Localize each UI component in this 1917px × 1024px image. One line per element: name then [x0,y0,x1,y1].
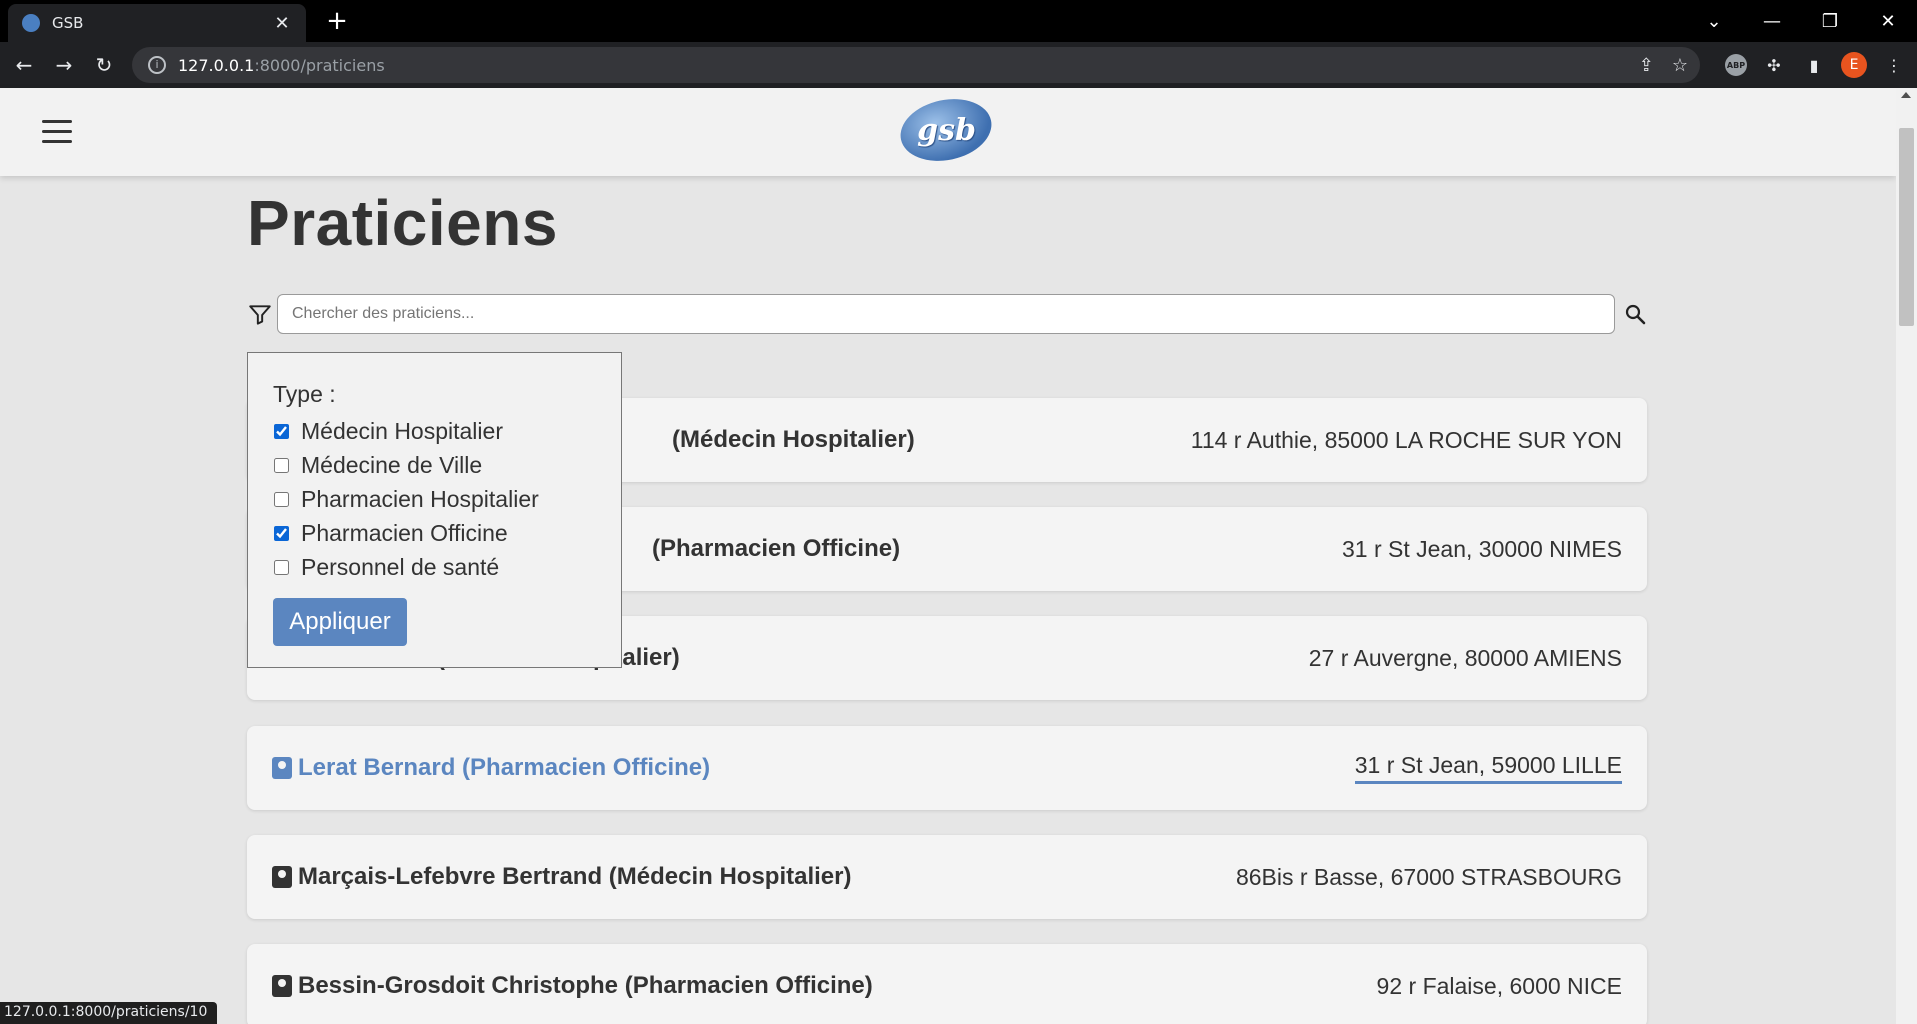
scrollbar-thumb[interactable] [1899,128,1914,326]
filter-checkbox[interactable] [274,559,289,575]
filter-checkbox[interactable] [274,457,289,473]
filter-option-label: Pharmacien Officine [301,519,508,546]
hamburger-menu-icon[interactable] [42,120,72,144]
filter-option-pharmacien-officine[interactable]: Pharmacien Officine [273,516,621,550]
filter-option-label: Médecin Hospitalier [301,417,503,444]
praticien-address[interactable]: 31 r St Jean, 30000 NIMES [1342,536,1622,563]
restore-button[interactable]: ❐ [1801,0,1859,42]
filter-option-label: Pharmacien Hospitalier [301,485,539,512]
filter-option-label: Personnel de santé [301,553,500,580]
gsb-logo[interactable]: gsb [894,91,998,169]
filter-checkbox[interactable] [274,491,289,507]
url-path: :8000/praticiens [254,55,385,75]
filter-option-medecin-hospitalier[interactable]: Médecin Hospitalier [273,414,621,448]
forward-button[interactable]: → [44,45,84,85]
praticien-address[interactable]: 92 r Falaise, 6000 NICE [1377,973,1622,1000]
praticien-name[interactable]: Lerat Bernard (Pharmacien Officine) [272,754,710,782]
filter-option-personnel-de-sante[interactable]: Personnel de santé [273,550,621,584]
new-tab-button[interactable]: + [322,6,352,36]
praticien-address[interactable]: 31 r St Jean, 59000 LILLE [1354,752,1622,784]
reload-button[interactable]: ↻ [84,45,124,85]
search-input[interactable] [277,294,1615,334]
extension-icons: ABP ✣ ▮ E ⋮ [1725,42,1907,88]
contact-book-icon [272,975,292,997]
page-scrollbar[interactable] [1896,88,1917,1024]
address-bar[interactable]: i 127.0.0.1:8000/praticiens ⇪ ☆ [132,47,1700,83]
filter-option-label: Médecine de Ville [301,451,483,478]
praticien-address[interactable]: 27 r Auvergne, 80000 AMIENS [1309,645,1622,672]
praticien-address[interactable]: 114 r Authie, 85000 LA ROCHE SUR YON [1191,427,1622,454]
filter-type-label: Type : [273,381,336,407]
logo-text: gsb [916,112,976,148]
share-icon[interactable]: ⇪ [1639,55,1654,76]
side-panel-icon[interactable]: ▮ [1801,52,1827,78]
search-icon[interactable] [1623,302,1647,326]
scroll-up-arrow-icon[interactable] [1901,92,1911,98]
praticien-card[interactable]: Bessin-Grosdoit Christophe (Pharmacien O… [247,944,1647,1024]
status-bar-url: 127.0.0.1:8000/praticiens/10 [0,1002,218,1024]
praticien-name-text: Bessin-Grosdoit Christophe (Pharmacien O… [298,972,873,999]
filter-checkbox[interactable] [274,423,289,439]
praticien-name[interactable]: Bessin-Grosdoit Christophe (Pharmacien O… [272,972,873,1000]
filter-option-pharmacien-hospitalier[interactable]: Pharmacien Hospitalier [273,482,621,516]
praticien-card[interactable]: Marçais-Lefebvre Bertrand (Médecin Hospi… [247,835,1647,919]
contact-book-icon [272,757,292,779]
site-info-icon[interactable]: i [148,56,166,74]
close-tab-icon[interactable]: ✕ [272,13,292,34]
praticien-name-text: (Pharmacien Officine) [652,535,901,562]
url-host: 127.0.0.1 [178,55,255,75]
search-row [247,294,1647,334]
browser-toolbar: ← → ↻ i 127.0.0.1:8000/praticiens ⇪ ☆ AB… [0,42,1917,88]
praticien-name-text: (Médecin Hospitalier) [672,426,915,453]
page-title: Praticiens [247,187,558,259]
extensions-puzzle-icon[interactable]: ✣ [1761,52,1787,78]
window-controls: ⌄ — ❐ ✕ [1685,0,1917,42]
adblock-plus-icon[interactable]: ABP [1725,54,1747,76]
praticien-address[interactable]: 86Bis r Basse, 67000 STRASBOURG [1236,864,1622,891]
back-button[interactable]: ← [4,45,44,85]
praticien-name-text: Marçais-Lefebvre Bertrand (Médecin Hospi… [298,863,852,890]
praticien-name-text: Lerat Bernard (Pharmacien Officine) [298,754,711,781]
site-header: gsb [0,88,1896,176]
tab-search-icon[interactable]: ⌄ [1685,0,1743,42]
contact-book-icon [272,866,292,888]
praticien-card[interactable]: Lerat Bernard (Pharmacien Officine) 31 r… [247,726,1647,810]
filter-option-medecine-de-ville[interactable]: Médecine de Ville [273,448,621,482]
close-window-button[interactable]: ✕ [1859,0,1917,42]
praticien-name[interactable]: Marçais-Lefebvre Bertrand (Médecin Hospi… [272,863,852,891]
site-favicon-icon [22,14,40,32]
url-text: 127.0.0.1:8000/praticiens [178,56,385,75]
filter-checkbox[interactable] [274,525,289,541]
bookmark-star-icon[interactable]: ☆ [1672,55,1688,76]
apply-button[interactable]: Appliquer [273,598,407,646]
omnibox-actions: ⇪ ☆ [1639,47,1688,83]
profile-avatar[interactable]: E [1841,52,1867,78]
browser-tabbar: GSB ✕ + ⌄ — ❐ ✕ [0,0,1917,42]
tab-title: GSB [52,14,84,32]
filter-panel: Type : Médecin Hospitalier Médecine de V… [247,352,622,668]
browser-menu-icon[interactable]: ⋮ [1881,52,1907,78]
browser-tab[interactable]: GSB ✕ [8,4,306,42]
minimize-button[interactable]: — [1743,0,1801,42]
filter-icon[interactable] [247,302,273,328]
